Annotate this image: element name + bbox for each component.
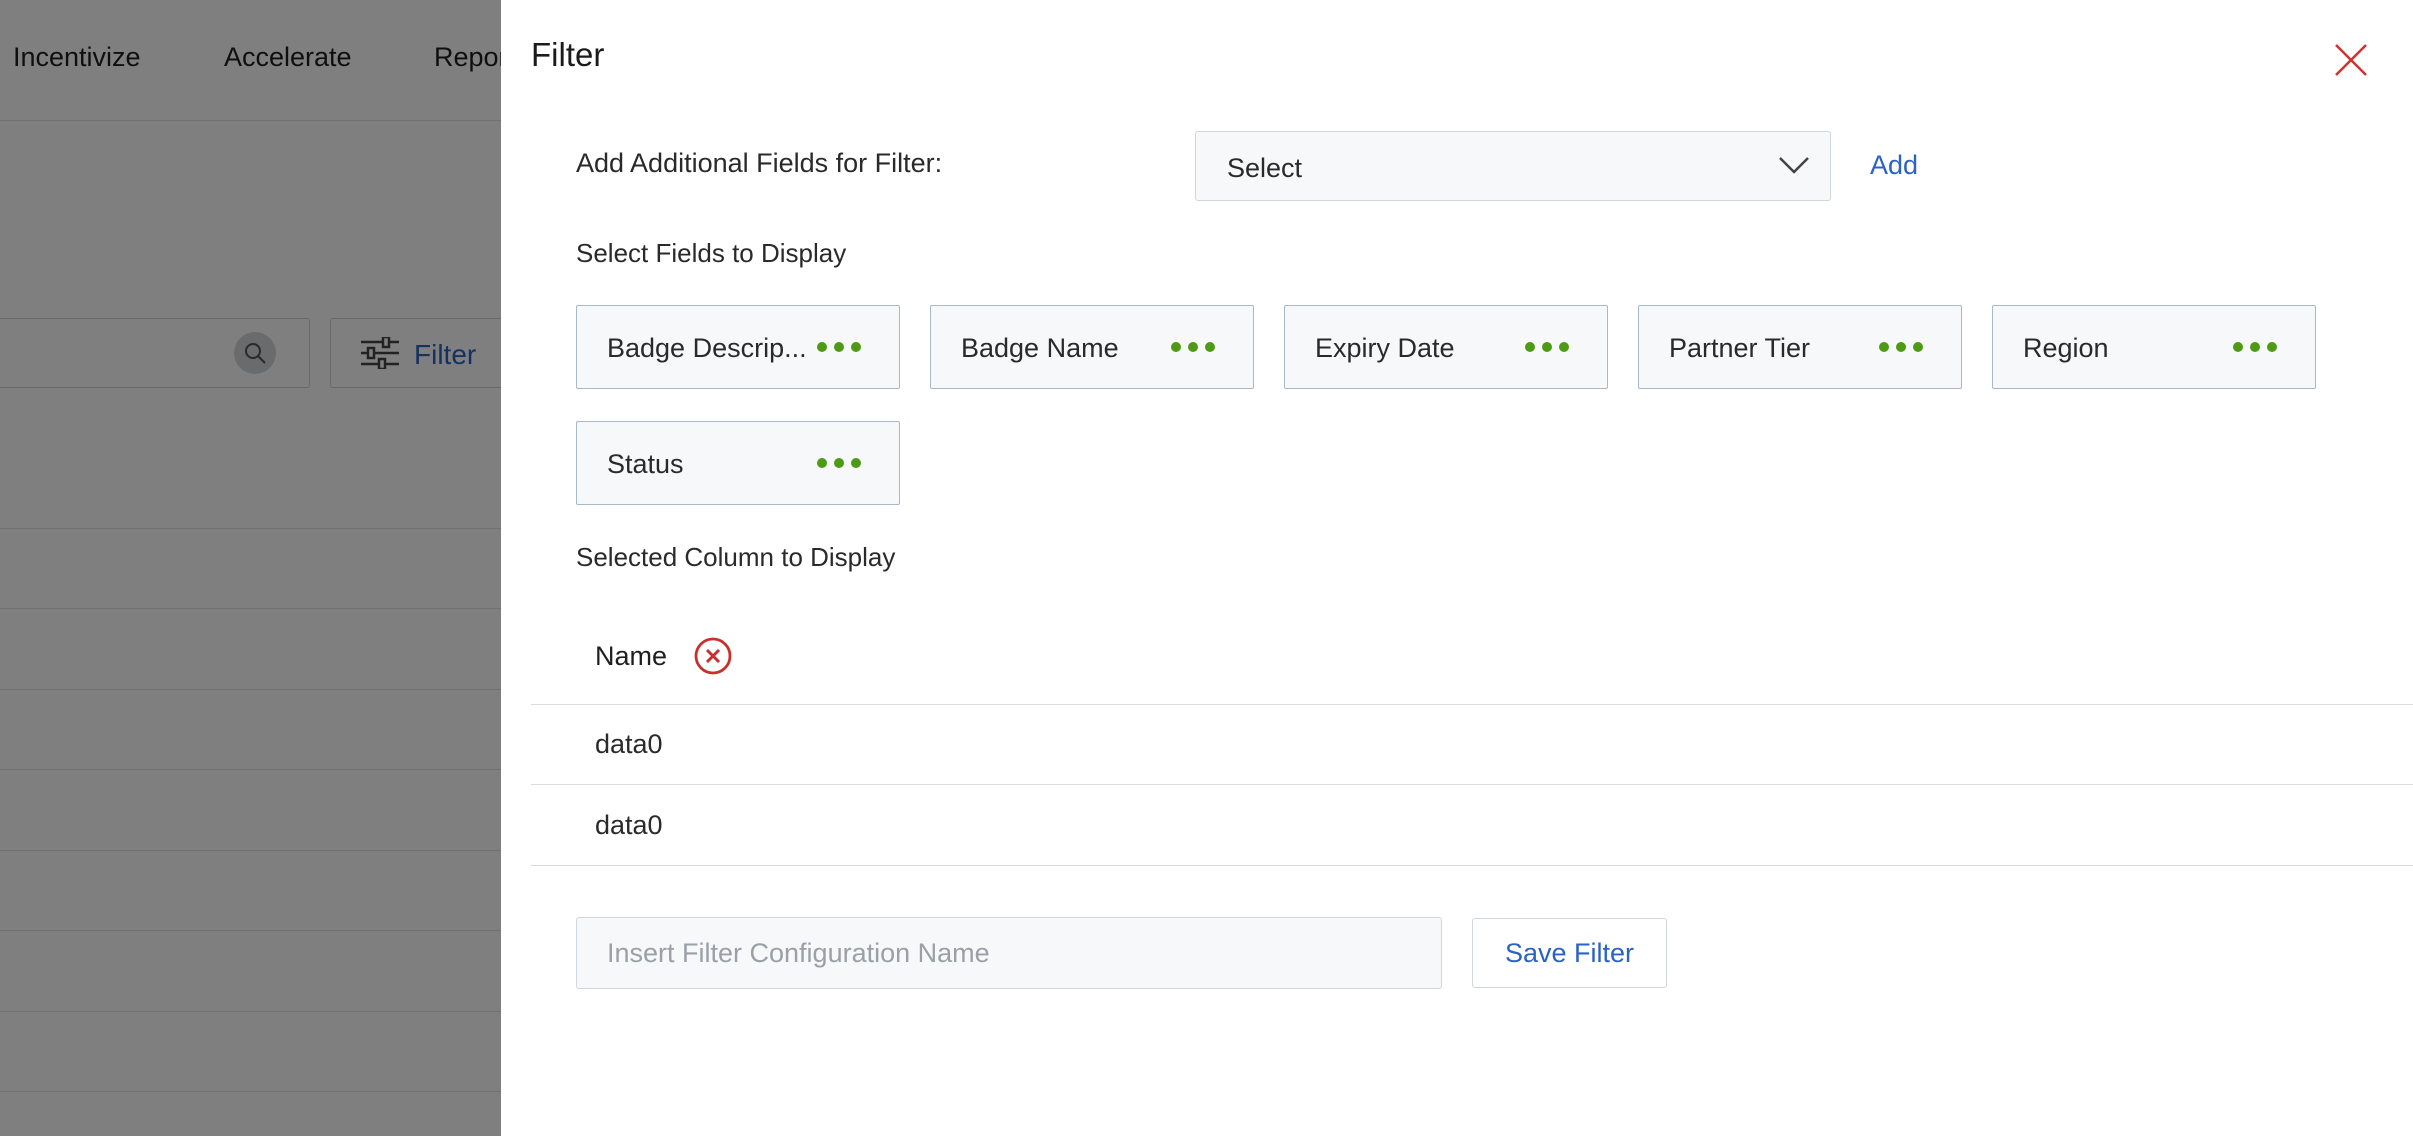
selected-columns-heading: Selected Column to Display	[576, 542, 896, 572]
select-value: Select	[1227, 153, 1303, 183]
more-options-icon[interactable]	[817, 458, 861, 468]
field-select[interactable]: Select	[1195, 131, 1831, 201]
save-filter-button[interactable]: Save Filter	[1472, 918, 1667, 988]
column-header-name: Name	[595, 641, 668, 671]
close-button[interactable]	[2331, 40, 2371, 80]
table-divider	[531, 865, 2413, 866]
field-chip-region[interactable]: Region	[1992, 305, 2316, 389]
field-chip-badge-description[interactable]: Badge Descrip...	[576, 305, 900, 389]
filter-drawer: Filter Add Additional Fields for Filter:…	[501, 0, 2413, 1136]
field-chip-expiry-date[interactable]: Expiry Date	[1284, 305, 1608, 389]
more-options-icon[interactable]	[817, 342, 861, 352]
chip-label: Status	[607, 449, 684, 479]
close-icon	[2335, 44, 2367, 76]
drawer-title: Filter	[531, 36, 605, 73]
field-chip-badge-name[interactable]: Badge Name	[930, 305, 1254, 389]
more-options-icon[interactable]	[1171, 342, 1215, 352]
remove-circle-icon	[694, 637, 732, 675]
additional-fields-label: Add Additional Fields for Filter:	[576, 148, 943, 178]
remove-column-button[interactable]	[693, 636, 733, 681]
chip-label: Partner Tier	[1669, 333, 1811, 363]
field-chip-status[interactable]: Status	[576, 421, 900, 505]
chip-label: Region	[2023, 333, 2109, 363]
more-options-icon[interactable]	[2233, 342, 2277, 352]
add-field-button[interactable]: Add	[1870, 150, 1918, 181]
more-options-icon[interactable]	[1879, 342, 1923, 352]
chip-label: Expiry Date	[1315, 333, 1455, 363]
chevron-down-icon	[1779, 157, 1809, 174]
chip-label: Badge Descrip...	[607, 333, 807, 363]
filter-config-name-input[interactable]	[576, 917, 1442, 989]
table-divider	[531, 784, 2413, 785]
fields-heading: Select Fields to Display	[576, 238, 847, 268]
more-options-icon[interactable]	[1525, 342, 1569, 352]
table-cell: data0	[595, 729, 663, 759]
table-cell: data0	[595, 810, 663, 840]
table-divider	[531, 704, 2413, 705]
field-chip-partner-tier[interactable]: Partner Tier	[1638, 305, 1962, 389]
chip-label: Badge Name	[961, 333, 1119, 363]
